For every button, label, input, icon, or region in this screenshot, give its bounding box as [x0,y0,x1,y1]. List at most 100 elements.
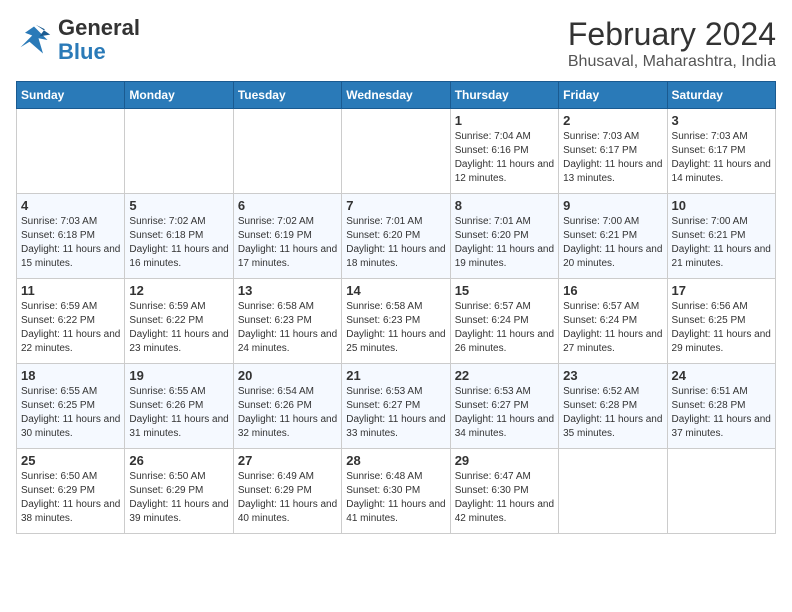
logo-general-text: General [58,15,140,40]
calendar-day-cell [17,109,125,194]
day-sun-info: Sunrise: 6:55 AM Sunset: 6:25 PM Dayligh… [21,385,120,441]
day-sun-info: Sunrise: 6:48 AM Sunset: 6:30 PM Dayligh… [346,470,445,526]
day-number: 11 [21,283,120,298]
calendar-day-cell [342,109,450,194]
calendar-week-row: 11 Sunrise: 6:59 AM Sunset: 6:22 PM Dayli… [17,279,776,364]
calendar-day-cell: 22 Sunrise: 6:53 AM Sunset: 6:27 PM Dayli… [450,364,558,449]
day-number: 1 [455,113,554,128]
day-number: 29 [455,453,554,468]
calendar-day-cell: 16Sunrise: 6:57 AM Sunset: 6:24 PM Dayli… [559,279,667,364]
day-number: 17 [672,283,771,298]
calendar-day-cell: 29 Sunrise: 6:47 AM Sunset: 6:30 PM Dayli… [450,449,558,534]
day-number: 13 [238,283,337,298]
day-number: 12 [129,283,228,298]
calendar-day-cell: 13Sunrise: 6:58 AM Sunset: 6:23 PM Dayli… [233,279,341,364]
calendar-day-cell: 9 Sunrise: 7:00 AM Sunset: 6:21 PM Daylig… [559,194,667,279]
day-sun-info: Sunrise: 7:03 AM Sunset: 6:17 PM Dayligh… [672,130,771,186]
calendar-day-cell: 20Sunrise: 6:54 AM Sunset: 6:26 PM Dayli… [233,364,341,449]
day-sun-info: Sunrise: 6:50 AM Sunset: 6:29 PM Dayligh… [21,470,120,526]
calendar-subtitle: Bhusaval, Maharashtra, India [568,53,776,71]
weekday-header-wednesday: Wednesday [342,82,450,109]
day-sun-info: Sunrise: 6:53 AM Sunset: 6:27 PM Dayligh… [455,385,554,441]
calendar-day-cell [125,109,233,194]
calendar-day-cell: 19Sunrise: 6:55 AM Sunset: 6:26 PM Dayli… [125,364,233,449]
calendar-title: February 2024 [568,16,776,53]
weekday-header-thursday: Thursday [450,82,558,109]
day-sun-info: Sunrise: 6:59 AM Sunset: 6:22 PM Dayligh… [129,300,228,356]
page-header: General Blue February 2024 Bhusaval, Mah… [16,16,776,71]
calendar-day-cell: 4Sunrise: 7:03 AM Sunset: 6:18 PM Daylig… [17,194,125,279]
logo-blue-text: Blue [58,39,106,64]
calendar-day-cell: 5Sunrise: 7:02 AM Sunset: 6:18 PM Daylig… [125,194,233,279]
day-sun-info: Sunrise: 6:50 AM Sunset: 6:29 PM Dayligh… [129,470,228,526]
day-sun-info: Sunrise: 6:52 AM Sunset: 6:28 PM Dayligh… [563,385,662,441]
calendar-day-cell: 10Sunrise: 7:00 AM Sunset: 6:21 PM Dayli… [667,194,775,279]
calendar-day-cell: 23 Sunrise: 6:52 AM Sunset: 6:28 PM Dayli… [559,364,667,449]
day-sun-info: Sunrise: 6:55 AM Sunset: 6:26 PM Dayligh… [129,385,228,441]
title-block: February 2024 Bhusaval, Maharashtra, Ind… [568,16,776,71]
day-sun-info: Sunrise: 7:04 AM Sunset: 6:16 PM Dayligh… [455,130,554,186]
logo-bird-icon [16,22,52,58]
day-sun-info: Sunrise: 7:03 AM Sunset: 6:18 PM Dayligh… [21,215,120,271]
day-number: 7 [346,198,445,213]
calendar-week-row: 18 Sunrise: 6:55 AM Sunset: 6:25 PM Dayli… [17,364,776,449]
day-number: 6 [238,198,337,213]
day-number: 8 [455,198,554,213]
logo: General Blue [16,16,140,64]
day-number: 9 [563,198,662,213]
day-number: 22 [455,368,554,383]
day-number: 2 [563,113,662,128]
calendar-day-cell [559,449,667,534]
calendar-day-cell: 28 Sunrise: 6:48 AM Sunset: 6:30 PM Dayli… [342,449,450,534]
day-sun-info: Sunrise: 6:53 AM Sunset: 6:27 PM Dayligh… [346,385,445,441]
day-sun-info: Sunrise: 7:02 AM Sunset: 6:18 PM Dayligh… [129,215,228,271]
calendar-week-row: 25 Sunrise: 6:50 AM Sunset: 6:29 PM Dayli… [17,449,776,534]
day-sun-info: Sunrise: 7:00 AM Sunset: 6:21 PM Dayligh… [563,215,662,271]
weekday-header-monday: Monday [125,82,233,109]
day-sun-info: Sunrise: 6:56 AM Sunset: 6:25 PM Dayligh… [672,300,771,356]
day-number: 3 [672,113,771,128]
day-number: 14 [346,283,445,298]
day-number: 26 [129,453,228,468]
day-number: 15 [455,283,554,298]
day-number: 18 [21,368,120,383]
day-sun-info: Sunrise: 6:57 AM Sunset: 6:24 PM Dayligh… [455,300,554,356]
calendar-day-cell: 26 Sunrise: 6:50 AM Sunset: 6:29 PM Dayli… [125,449,233,534]
calendar-day-cell: 8 Sunrise: 7:01 AM Sunset: 6:20 PM Daylig… [450,194,558,279]
weekday-header-friday: Friday [559,82,667,109]
calendar-week-row: 4Sunrise: 7:03 AM Sunset: 6:18 PM Daylig… [17,194,776,279]
calendar-day-cell: 17 Sunrise: 6:56 AM Sunset: 6:25 PM Dayli… [667,279,775,364]
calendar-day-cell: 7 Sunrise: 7:01 AM Sunset: 6:20 PM Daylig… [342,194,450,279]
day-sun-info: Sunrise: 6:47 AM Sunset: 6:30 PM Dayligh… [455,470,554,526]
day-number: 28 [346,453,445,468]
weekday-header-tuesday: Tuesday [233,82,341,109]
day-number: 27 [238,453,337,468]
calendar-day-cell: 1 Sunrise: 7:04 AM Sunset: 6:16 PM Daylig… [450,109,558,194]
day-sun-info: Sunrise: 6:54 AM Sunset: 6:26 PM Dayligh… [238,385,337,441]
day-number: 16 [563,283,662,298]
day-sun-info: Sunrise: 7:01 AM Sunset: 6:20 PM Dayligh… [346,215,445,271]
calendar-day-cell: 18 Sunrise: 6:55 AM Sunset: 6:25 PM Dayli… [17,364,125,449]
calendar-day-cell: 25 Sunrise: 6:50 AM Sunset: 6:29 PM Dayli… [17,449,125,534]
calendar-day-cell: 12 Sunrise: 6:59 AM Sunset: 6:22 PM Dayli… [125,279,233,364]
day-number: 23 [563,368,662,383]
calendar-day-cell: 3 Sunrise: 7:03 AM Sunset: 6:17 PM Daylig… [667,109,775,194]
weekday-header-row: SundayMondayTuesdayWednesdayThursdayFrid… [17,82,776,109]
weekday-header-sunday: Sunday [17,82,125,109]
day-sun-info: Sunrise: 7:03 AM Sunset: 6:17 PM Dayligh… [563,130,662,186]
day-sun-info: Sunrise: 7:01 AM Sunset: 6:20 PM Dayligh… [455,215,554,271]
day-number: 25 [21,453,120,468]
day-sun-info: Sunrise: 6:59 AM Sunset: 6:22 PM Dayligh… [21,300,120,356]
calendar-day-cell: 14Sunrise: 6:58 AM Sunset: 6:23 PM Dayli… [342,279,450,364]
calendar-day-cell: 11 Sunrise: 6:59 AM Sunset: 6:22 PM Dayli… [17,279,125,364]
day-sun-info: Sunrise: 6:49 AM Sunset: 6:29 PM Dayligh… [238,470,337,526]
day-number: 21 [346,368,445,383]
calendar-day-cell: 15 Sunrise: 6:57 AM Sunset: 6:24 PM Dayli… [450,279,558,364]
calendar-table: SundayMondayTuesdayWednesdayThursdayFrid… [16,81,776,534]
day-sun-info: Sunrise: 7:00 AM Sunset: 6:21 PM Dayligh… [672,215,771,271]
weekday-header-saturday: Saturday [667,82,775,109]
calendar-week-row: 1 Sunrise: 7:04 AM Sunset: 6:16 PM Daylig… [17,109,776,194]
calendar-day-cell [233,109,341,194]
day-number: 24 [672,368,771,383]
calendar-day-cell [667,449,775,534]
